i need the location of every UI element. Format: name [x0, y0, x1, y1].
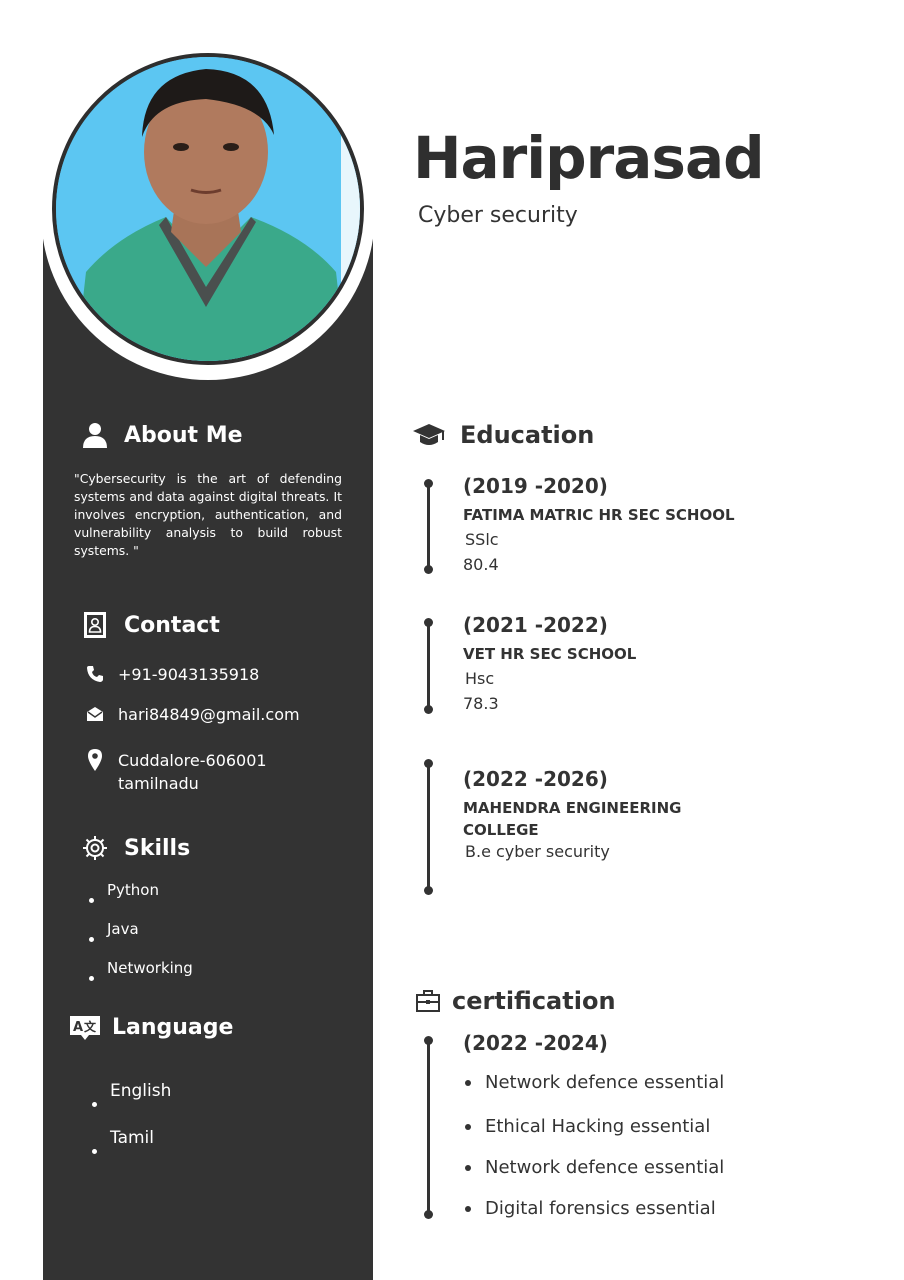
certification-heading: certification [414, 986, 616, 1016]
contact-address: Cuddalore-606001 tamilnadu [84, 749, 267, 795]
address-line2: tamilnadu [118, 774, 199, 793]
skill-item: Python [89, 880, 193, 919]
timeline-line [424, 1036, 433, 1219]
candidate-name: Hariprasad [413, 124, 765, 192]
skill-item: Networking [89, 958, 193, 997]
certification-item: Ethical Hacking essential [465, 1116, 710, 1137]
timeline-line [424, 759, 433, 895]
email-address[interactable]: hari84849@gmail.com [118, 703, 300, 726]
certification-title: certification [452, 987, 616, 1015]
education-score: 80.4 [463, 555, 499, 574]
translate-icon: A文 [68, 1012, 102, 1042]
briefcase-icon [414, 986, 442, 1016]
education-school-line1: MAHENDRA ENGINEERING [463, 799, 682, 817]
education-title: Education [460, 421, 595, 449]
timeline-line [424, 479, 433, 574]
education-school-line2: COLLEGE [463, 821, 539, 839]
timeline-line [424, 618, 433, 714]
certification-item: Digital forensics essential [465, 1198, 716, 1219]
svg-text:文: 文 [84, 1019, 97, 1034]
gear-icon [80, 833, 110, 863]
education-heading: Education [412, 420, 594, 450]
language-item: English [92, 1080, 171, 1127]
education-school: FATIMA MATRIC HR SEC SCHOOL [463, 506, 735, 524]
about-title: About Me [124, 422, 243, 448]
envelope-icon [84, 703, 106, 725]
person-icon [80, 420, 110, 450]
language-item: Tamil [92, 1127, 171, 1174]
certification-years: (2022 -2024) [463, 1031, 608, 1055]
contact-phone: +91-9043135918 [84, 663, 259, 686]
education-score: 78.3 [463, 694, 499, 713]
language-heading: A文 Language [68, 1012, 233, 1042]
education-entry: (2019 -2020) FATIMA MATRIC HR SEC SCHOOL… [463, 473, 783, 576]
education-degree: SSlc [465, 530, 499, 549]
phone-number[interactable]: +91-9043135918 [118, 663, 259, 686]
about-text: "Cybersecurity is the art of defending s… [74, 471, 342, 558]
education-school: MAHENDRA ENGINEERING COLLEGE [463, 797, 783, 841]
certification-item: Network defence essential [465, 1072, 724, 1093]
phone-icon [84, 663, 106, 685]
address-line1: Cuddalore-606001 [118, 751, 267, 770]
contact-title: Contact [124, 612, 220, 638]
education-years: (2021 -2022) [463, 613, 608, 637]
certification-item: Network defence essential [465, 1157, 724, 1178]
education-years: (2019 -2020) [463, 474, 608, 498]
education-degree: Hsc [465, 669, 495, 688]
language-list: English Tamil [92, 1080, 171, 1174]
skills-heading: Skills [80, 833, 190, 863]
skills-list: Python Java Networking [89, 880, 193, 997]
contact-email: hari84849@gmail.com [84, 703, 300, 726]
svg-text:A: A [73, 1020, 83, 1035]
location-pin-icon [84, 749, 106, 771]
skills-title: Skills [124, 835, 191, 861]
profile-photo [52, 53, 364, 365]
contact-book-icon [80, 610, 110, 640]
contact-heading: Contact [80, 610, 220, 640]
education-entry: (2022 -2026) MAHENDRA ENGINEERING COLLEG… [463, 766, 783, 863]
graduation-cap-icon [412, 420, 446, 450]
education-degree: B.e cyber security [465, 842, 610, 861]
education-entry: (2021 -2022) VET HR SEC SCHOOL Hsc 78.3 [463, 612, 783, 715]
education-school: VET HR SEC SCHOOL [463, 645, 637, 663]
about-heading: About Me [80, 420, 243, 450]
candidate-role: Cyber security [418, 203, 578, 228]
language-title: Language [112, 1014, 234, 1040]
skill-item: Java [89, 919, 193, 958]
education-years: (2022 -2026) [463, 767, 608, 791]
